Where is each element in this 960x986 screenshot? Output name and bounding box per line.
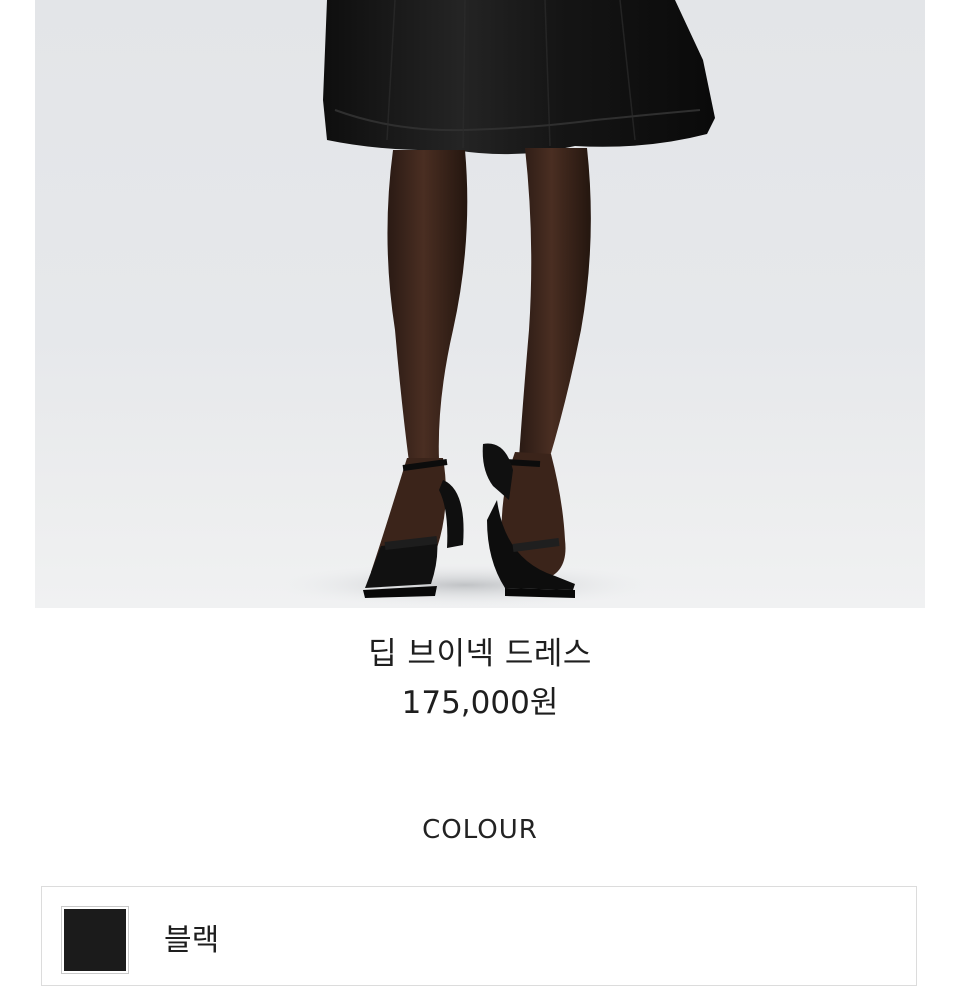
product-name: 딥 브이넥 드레스 bbox=[368, 636, 592, 672]
product-image[interactable] bbox=[35, 0, 925, 608]
colour-option-black[interactable]: 블랙 bbox=[41, 886, 917, 986]
colour-section-heading: COLOUR bbox=[422, 815, 538, 845]
product-price: 175,000원 bbox=[401, 685, 559, 721]
colour-option-label: 블랙 bbox=[164, 923, 220, 958]
colour-swatch[interactable] bbox=[61, 906, 129, 974]
product-photo-illustration bbox=[275, 0, 715, 607]
